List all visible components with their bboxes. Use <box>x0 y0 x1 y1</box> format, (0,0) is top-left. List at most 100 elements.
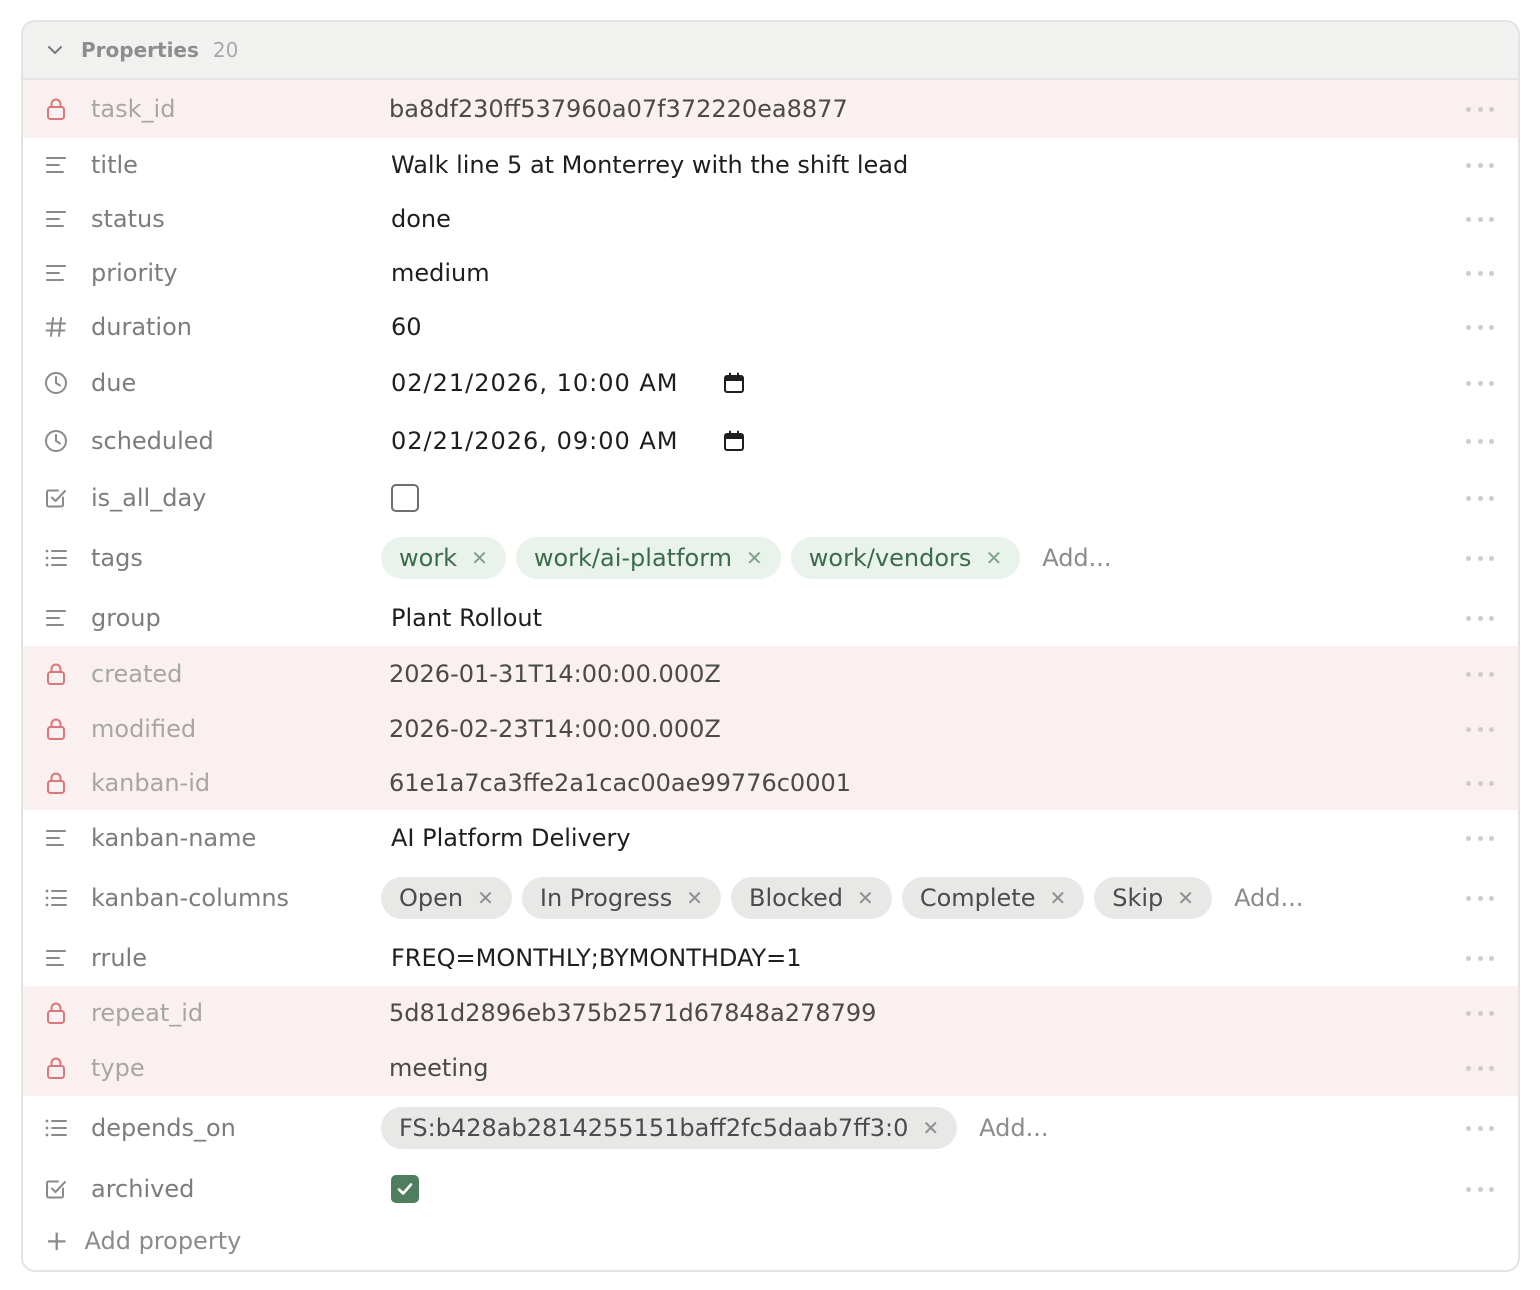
property-row-rrule[interactable]: rrule FREQ=MONTHLY;BYMONTHDAY=1 <box>23 930 1518 986</box>
remove-chip-icon[interactable]: ✕ <box>1049 886 1066 910</box>
add-tag-input[interactable]: Add... <box>1042 544 1111 572</box>
more-options-icon[interactable] <box>1466 614 1494 622</box>
property-row-tags[interactable]: tags work ✕ work/ai-platform ✕ work/vendor… <box>23 526 1518 590</box>
more-options-icon[interactable] <box>1466 1185 1494 1193</box>
add-dependency-input[interactable]: Add... <box>979 1114 1048 1142</box>
property-value[interactable]: done <box>391 205 451 233</box>
property-value[interactable]: Walk line 5 at Monterrey with the shift … <box>391 151 908 179</box>
property-value: 2026-02-23T14:00:00.000Z <box>389 715 721 743</box>
property-row-created: created 2026-01-31T14:00:00.000Z <box>23 646 1518 702</box>
remove-chip-icon[interactable]: ✕ <box>985 546 1002 570</box>
chip-label: Blocked <box>748 884 844 912</box>
property-key: rrule <box>91 944 147 972</box>
more-options-icon[interactable] <box>1466 323 1494 331</box>
more-options-icon[interactable] <box>1466 725 1494 733</box>
property-key: created <box>91 660 183 688</box>
chip-label: In Progress <box>539 884 673 912</box>
remove-chip-icon[interactable]: ✕ <box>477 886 494 910</box>
more-options-icon[interactable] <box>1466 779 1494 787</box>
property-row-is-all-day[interactable]: is_all_day <box>23 470 1518 526</box>
tag-chips: work ✕ work/ai-platform ✕ work/vendors ✕ Ad… <box>381 537 1112 579</box>
more-options-icon[interactable] <box>1466 437 1494 445</box>
chevron-down-icon[interactable] <box>45 40 65 60</box>
add-property-label: Add property <box>84 1226 242 1255</box>
plus-icon: + <box>45 1224 69 1257</box>
more-options-icon[interactable] <box>1466 834 1494 842</box>
text-lines-icon <box>43 945 69 971</box>
more-options-icon[interactable] <box>1466 894 1494 902</box>
datetime-input-scheduled[interactable]: 02/21/2026, 09:00 AM <box>391 427 745 455</box>
calendar-icon[interactable] <box>723 430 745 452</box>
more-options-icon[interactable] <box>1466 1064 1494 1072</box>
property-row-scheduled[interactable]: scheduled 02/21/2026, 09:00 AM <box>23 412 1518 470</box>
property-key: kanban-name <box>91 824 257 852</box>
column-chip[interactable]: Open ✕ <box>381 877 512 919</box>
property-row-archived[interactable]: archived <box>23 1160 1518 1218</box>
tag-chip[interactable]: work/vendors ✕ <box>790 537 1021 579</box>
add-column-input[interactable]: Add... <box>1234 884 1303 912</box>
datetime-value[interactable]: 02/21/2026, 10:00 AM <box>391 369 679 397</box>
property-row-status[interactable]: status done <box>23 192 1518 246</box>
property-key: type <box>91 1054 145 1082</box>
remove-chip-icon[interactable]: ✕ <box>857 886 874 910</box>
archived-checkbox[interactable] <box>391 1175 419 1203</box>
dependency-chip[interactable]: FS:b428ab2814255151baff2fc5daab7ff3:0 ✕ <box>381 1107 958 1149</box>
remove-chip-icon[interactable]: ✕ <box>471 546 488 570</box>
remove-chip-icon[interactable]: ✕ <box>922 1116 939 1140</box>
property-value[interactable] <box>391 484 419 512</box>
more-options-icon[interactable] <box>1466 269 1494 277</box>
remove-chip-icon[interactable]: ✕ <box>1177 886 1194 910</box>
property-key: scheduled <box>91 427 214 455</box>
property-row-depends-on[interactable]: depends_on FS:b428ab2814255151baff2fc5da… <box>23 1096 1518 1160</box>
properties-panel: Properties 20 task_id ba8df230ff537960a0… <box>21 20 1520 1272</box>
dependency-chips: FS:b428ab2814255151baff2fc5daab7ff3:0 ✕ A… <box>381 1107 1048 1149</box>
datetime-value[interactable]: 02/21/2026, 09:00 AM <box>391 427 679 455</box>
chip-label: Complete <box>919 884 1036 912</box>
more-options-icon[interactable] <box>1466 954 1494 962</box>
column-chip[interactable]: Blocked ✕ <box>730 877 892 919</box>
property-row-priority[interactable]: priority medium <box>23 246 1518 300</box>
list-icon <box>43 545 69 571</box>
more-options-icon[interactable] <box>1466 1009 1494 1017</box>
property-value[interactable] <box>391 1175 419 1203</box>
property-row-title[interactable]: title Walk line 5 at Monterrey with the … <box>23 138 1518 192</box>
property-row-kanban-name[interactable]: kanban-name AI Platform Delivery <box>23 810 1518 866</box>
more-options-icon[interactable] <box>1466 215 1494 223</box>
property-key: is_all_day <box>91 484 207 512</box>
remove-chip-icon[interactable]: ✕ <box>746 546 763 570</box>
property-value[interactable]: AI Platform Delivery <box>391 824 631 852</box>
more-options-icon[interactable] <box>1466 161 1494 169</box>
property-row-group[interactable]: group Plant Rollout <box>23 590 1518 646</box>
text-lines-icon <box>43 206 69 232</box>
property-value[interactable]: 60 <box>391 313 422 341</box>
property-value[interactable]: FREQ=MONTHLY;BYMONTHDAY=1 <box>391 944 802 972</box>
add-property-button[interactable]: + Add property <box>45 1224 241 1257</box>
property-row-due[interactable]: due 02/21/2026, 10:00 AM <box>23 354 1518 412</box>
more-options-icon[interactable] <box>1466 1124 1494 1132</box>
properties-header[interactable]: Properties 20 <box>23 22 1518 80</box>
more-options-icon[interactable] <box>1466 494 1494 502</box>
tag-chip[interactable]: work ✕ <box>381 537 506 579</box>
property-row-repeat-id: repeat_id 5d81d2896eb375b2571d67848a2787… <box>23 986 1518 1040</box>
checkmark-icon <box>397 1183 413 1195</box>
datetime-input-due[interactable]: 02/21/2026, 10:00 AM <box>391 369 745 397</box>
column-chip[interactable]: Skip ✕ <box>1094 877 1213 919</box>
more-options-icon[interactable] <box>1466 379 1494 387</box>
property-row-duration[interactable]: duration 60 <box>23 300 1518 354</box>
list-icon <box>43 1115 69 1141</box>
all-day-checkbox[interactable] <box>391 484 419 512</box>
properties-count: 20 <box>212 38 239 62</box>
more-options-icon[interactable] <box>1466 670 1494 678</box>
more-options-icon[interactable] <box>1466 105 1494 113</box>
property-value[interactable]: Plant Rollout <box>391 604 542 632</box>
column-chip[interactable]: Complete ✕ <box>901 877 1085 919</box>
lock-icon <box>43 661 69 687</box>
property-row-kanban-columns[interactable]: kanban-columns Open ✕ In Progress ✕ Blocke… <box>23 866 1518 930</box>
clock-icon <box>43 428 69 454</box>
calendar-icon[interactable] <box>723 372 745 394</box>
tag-chip[interactable]: work/ai-platform ✕ <box>515 537 781 579</box>
column-chip[interactable]: In Progress ✕ <box>521 877 721 919</box>
property-value[interactable]: medium <box>391 259 490 287</box>
remove-chip-icon[interactable]: ✕ <box>686 886 703 910</box>
more-options-icon[interactable] <box>1466 554 1494 562</box>
